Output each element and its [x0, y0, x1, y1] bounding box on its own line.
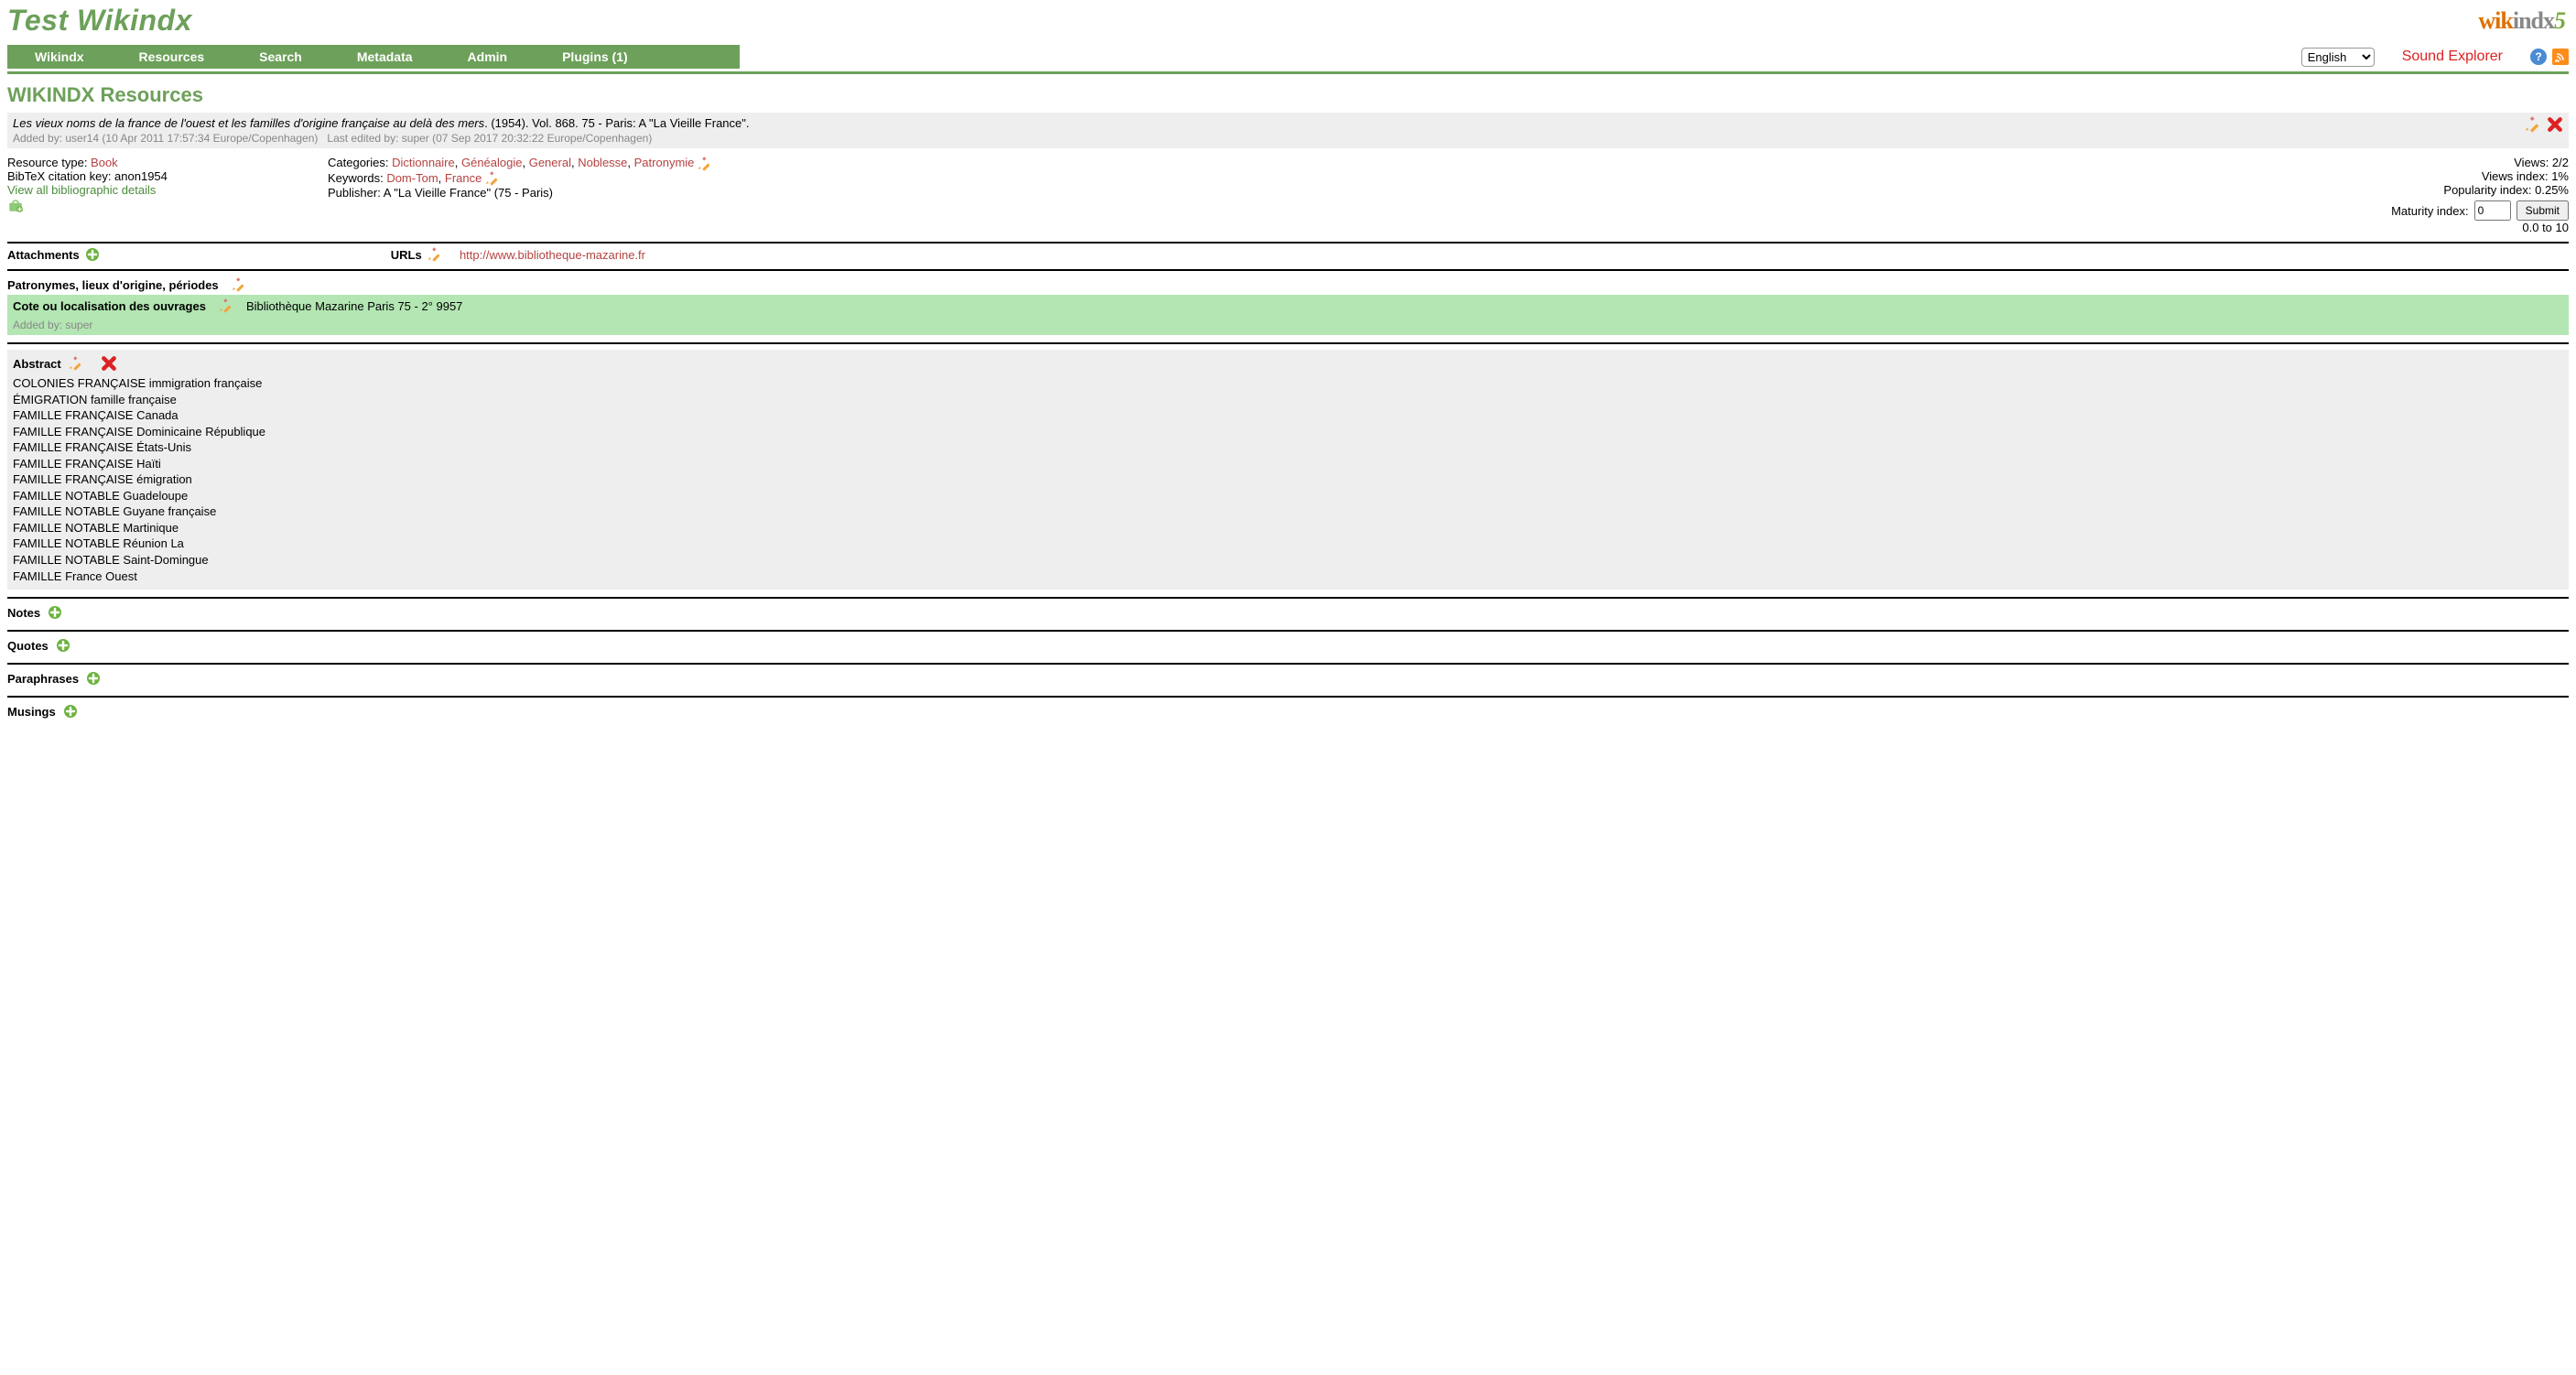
urls-label: URLs — [391, 248, 422, 262]
pencil-icon[interactable] — [698, 157, 712, 171]
keyword-link[interactable]: Dom-Tom — [386, 171, 438, 185]
divider — [7, 71, 2569, 74]
attachments-label: Attachments — [7, 248, 80, 262]
pencil-icon[interactable] — [2525, 116, 2541, 133]
submit-button[interactable]: Submit — [2516, 200, 2569, 221]
pencil-icon[interactable] — [69, 356, 83, 371]
abstract-line: FAMILLE NOTABLE Saint-Domingue — [13, 552, 2563, 568]
logo: wikindx5 — [2478, 7, 2565, 35]
citation-box: Les vieux noms de la france de l'ouest e… — [7, 113, 2569, 148]
plus-icon[interactable] — [48, 605, 62, 620]
delete-icon[interactable] — [101, 355, 117, 372]
menu-resources[interactable]: Resources — [112, 45, 233, 69]
view-all-link[interactable]: View all bibliographic details — [7, 183, 156, 197]
resource-type-label: Resource type: — [7, 156, 91, 169]
maturity-input[interactable] — [2474, 200, 2511, 221]
keywords-label: Keywords: — [328, 171, 386, 185]
abstract-line: COLONIES FRANÇAISE immigration française — [13, 375, 2563, 392]
menu-plugins[interactable]: Plugins (1) — [535, 45, 655, 69]
menu-metadata[interactable]: Metadata — [330, 45, 440, 69]
divider — [7, 242, 2569, 244]
publisher: Publisher: A "La Vieille France" (75 - P… — [328, 186, 2364, 200]
cote-label: Cote ou localisation des ouvrages — [13, 299, 206, 313]
category-link[interactable]: Dictionnaire — [392, 156, 455, 169]
help-icon[interactable]: ? — [2530, 49, 2547, 65]
pencil-icon[interactable] — [232, 277, 246, 292]
cote-added-by: Added by: super — [7, 317, 2569, 335]
page-heading: WIKINDX Resources — [7, 83, 2569, 107]
abstract-line: FAMILLE FRANÇAISE États-Unis — [13, 439, 2563, 456]
musings-label: Musings — [7, 705, 56, 719]
keyword-link[interactable]: France — [445, 171, 482, 185]
pencil-icon[interactable] — [485, 171, 500, 186]
patronymes-label: Patronymes, lieux d'origine, périodes — [7, 278, 219, 292]
abstract-line: ÉMIGRATION famille française — [13, 392, 2563, 408]
delete-icon[interactable] — [2547, 116, 2563, 133]
citation-rest: . (1954). Vol. 868. 75 - Paris: A "La Vi… — [484, 116, 749, 130]
abstract-line: FAMILLE France Ouest — [13, 568, 2563, 585]
menu-search[interactable]: Search — [232, 45, 330, 69]
abstract-line: FAMILLE FRANÇAISE émigration — [13, 471, 2563, 488]
resource-type-link[interactable]: Book — [91, 156, 118, 169]
category-link[interactable]: Patronymie — [634, 156, 695, 169]
cote-value: Bibliothèque Mazarine Paris 75 - 2° 9957 — [246, 299, 462, 313]
divider — [7, 597, 2569, 599]
last-edited: Last edited by: super (07 Sep 2017 20:32… — [327, 132, 652, 145]
abstract-line: FAMILLE NOTABLE Martinique — [13, 520, 2563, 536]
category-link[interactable]: General — [529, 156, 571, 169]
url-link[interactable]: http://www.bibliotheque-mazarine.fr — [460, 248, 645, 262]
abstract-content: COLONIES FRANÇAISE immigration française… — [13, 375, 2563, 584]
abstract-line: FAMILLE NOTABLE Guadeloupe — [13, 488, 2563, 504]
maturity-range: 0.0 to 10 — [2391, 221, 2569, 234]
pencil-icon[interactable] — [428, 247, 442, 262]
menu-wikindx[interactable]: Wikindx — [7, 45, 112, 69]
divider — [7, 269, 2569, 271]
menu-admin[interactable]: Admin — [440, 45, 536, 69]
pencil-icon[interactable] — [219, 298, 233, 313]
abstract-line: FAMILLE NOTABLE Réunion La — [13, 536, 2563, 552]
language-select[interactable]: English — [2301, 48, 2375, 67]
divider — [7, 342, 2569, 344]
divider — [7, 630, 2569, 632]
category-link[interactable]: Généalogie — [461, 156, 523, 169]
divider — [7, 663, 2569, 665]
categories-label: Categories: — [328, 156, 392, 169]
notes-label: Notes — [7, 606, 40, 620]
abstract-label: Abstract — [13, 357, 61, 371]
paraphrases-label: Paraphrases — [7, 672, 79, 686]
abstract-line: FAMILLE NOTABLE Guyane française — [13, 503, 2563, 520]
sound-explorer-link[interactable]: Sound Explorer — [2402, 49, 2503, 65]
rss-icon[interactable] — [2552, 49, 2569, 65]
views: Views: 2/2 — [2391, 156, 2569, 169]
abstract-line: FAMILLE FRANÇAISE Canada — [13, 407, 2563, 424]
added-by: Added by: user14 (10 Apr 2011 17:57:34 E… — [13, 132, 318, 145]
plus-icon[interactable] — [56, 638, 70, 653]
quotes-label: Quotes — [7, 639, 49, 653]
main-menu: Wikindx Resources Search Metadata Admin … — [7, 45, 740, 69]
plus-icon[interactable] — [63, 704, 78, 719]
views-index: Views index: 1% — [2391, 169, 2569, 183]
basket-add-icon[interactable] — [7, 197, 24, 213]
plus-icon[interactable] — [85, 247, 100, 262]
site-title: Test Wikindx — [7, 4, 2569, 38]
popularity-index: Popularity index: 0.25% — [2391, 183, 2569, 197]
category-link[interactable]: Noblesse — [578, 156, 627, 169]
maturity-label: Maturity index: — [2391, 204, 2469, 218]
bibtex-key: BibTeX citation key: anon1954 — [7, 169, 300, 183]
plus-icon[interactable] — [86, 671, 101, 686]
divider — [7, 696, 2569, 698]
abstract-line: FAMILLE FRANÇAISE Haïti — [13, 456, 2563, 472]
citation-title: Les vieux noms de la france de l'ouest e… — [13, 116, 484, 130]
abstract-line: FAMILLE FRANÇAISE Dominicaine République — [13, 424, 2563, 440]
